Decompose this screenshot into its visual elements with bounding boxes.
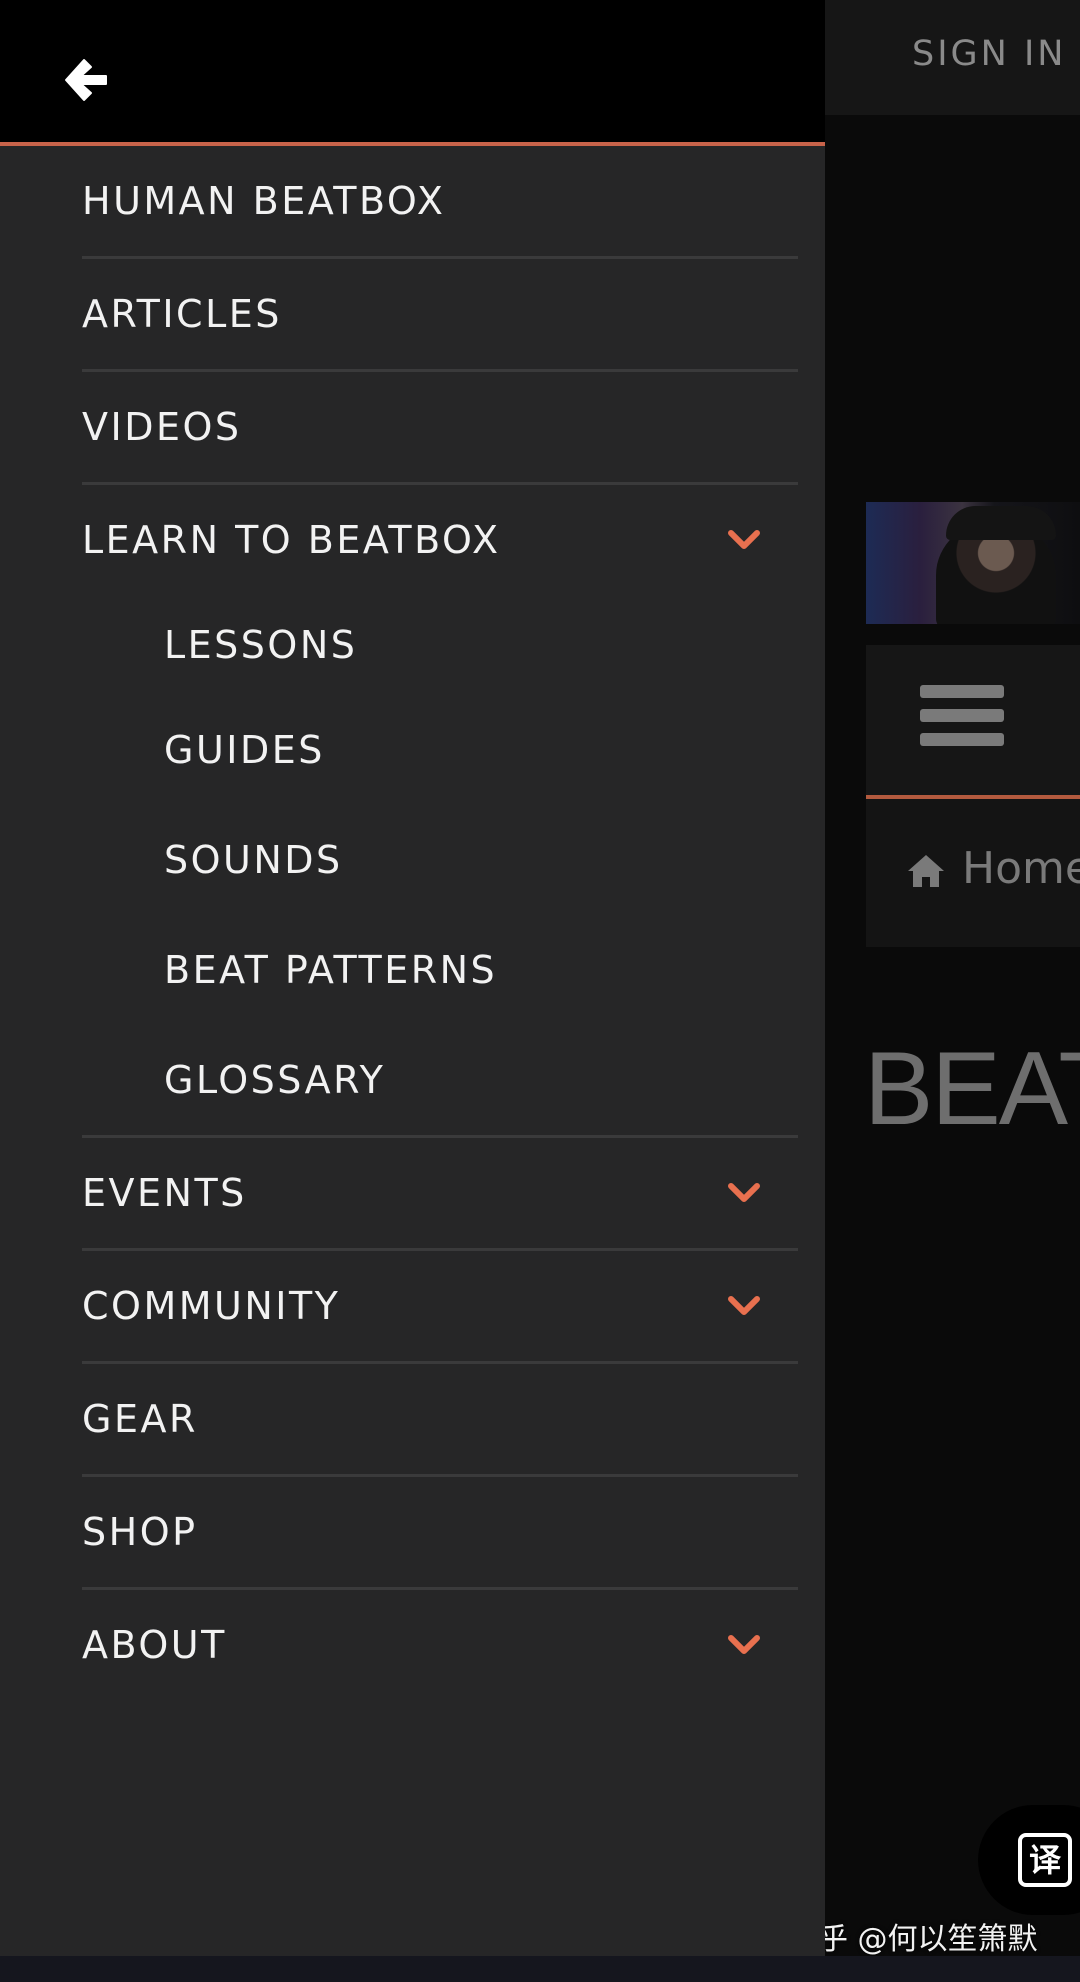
breadcrumb-home-link[interactable]: Home (962, 843, 1080, 894)
submenu-item-label: BEAT PATTERNS (164, 948, 498, 992)
nav-item-videos[interactable]: VIDEOS (82, 372, 798, 485)
nav-item-label: SHOP (82, 1510, 198, 1554)
hamburger-icon (920, 685, 1004, 757)
chevron-down-icon[interactable] (728, 1634, 760, 1656)
submenu-item-lessons[interactable]: LESSONS (82, 595, 798, 695)
nav-item-learn-to-beatbox[interactable]: LEARN TO BEATBOX (82, 485, 798, 595)
home-icon (908, 855, 944, 887)
menu-toggle-button[interactable] (866, 645, 1080, 799)
nav-item-about[interactable]: ABOUT (82, 1590, 798, 1700)
nav-drawer: HUMAN BEATBOX ARTICLES VIDEOS LEARN TO B… (0, 0, 825, 1956)
translate-icon: 译 (1018, 1833, 1072, 1887)
nav-item-label: ARTICLES (82, 292, 282, 336)
page-title: BEAT (864, 1031, 1080, 1147)
nav-item-human-beatbox[interactable]: HUMAN BEATBOX (82, 146, 798, 259)
chevron-down-icon[interactable] (728, 1182, 760, 1204)
drawer-header (0, 0, 825, 146)
submenu-item-guides[interactable]: GUIDES (82, 695, 798, 805)
arrow-left-icon[interactable] (60, 56, 112, 104)
submenu-item-label: LESSONS (164, 623, 358, 667)
submenu-item-sounds[interactable]: SOUNDS (82, 805, 798, 915)
nav-item-community[interactable]: COMMUNITY (82, 1251, 798, 1364)
submenu-container: LESSONS GUIDES SOUNDS BEAT PATTERNS GLOS… (82, 595, 798, 1138)
watermark: 知乎 @何以笙箫默 (788, 1922, 1038, 1957)
nav-item-label: GEAR (82, 1397, 198, 1441)
nav-item-label: HUMAN BEATBOX (82, 179, 446, 223)
nav-item-shop[interactable]: SHOP (82, 1477, 798, 1590)
chevron-down-icon[interactable] (728, 529, 760, 551)
nav-item-label: LEARN TO BEATBOX (82, 518, 501, 562)
submenu-item-label: GLOSSARY (164, 1058, 386, 1102)
submenu-item-beat-patterns[interactable]: BEAT PATTERNS (82, 915, 798, 1025)
hero-image (866, 502, 1080, 624)
submenu-learn: LESSONS GUIDES SOUNDS BEAT PATTERNS GLOS… (82, 595, 798, 1138)
nav-item-label: EVENTS (82, 1171, 247, 1215)
nav-item-articles[interactable]: ARTICLES (82, 259, 798, 372)
nav-item-label: VIDEOS (82, 405, 242, 449)
nav-item-label: COMMUNITY (82, 1284, 341, 1328)
submenu-item-label: SOUNDS (164, 838, 343, 882)
submenu-item-glossary[interactable]: GLOSSARY (82, 1025, 798, 1135)
bottom-strip (0, 1956, 1080, 1982)
nav-item-events[interactable]: EVENTS (82, 1138, 798, 1251)
nav-item-gear[interactable]: GEAR (82, 1364, 798, 1477)
translate-button[interactable]: 译 (978, 1805, 1080, 1915)
breadcrumb: Home (866, 799, 1080, 947)
chevron-down-icon[interactable] (728, 1295, 760, 1317)
submenu-item-label: GUIDES (164, 728, 325, 772)
sign-in-link[interactable]: SIGN IN (912, 34, 1066, 74)
nav-menu: HUMAN BEATBOX ARTICLES VIDEOS LEARN TO B… (82, 146, 798, 1700)
nav-item-label: ABOUT (82, 1623, 227, 1667)
